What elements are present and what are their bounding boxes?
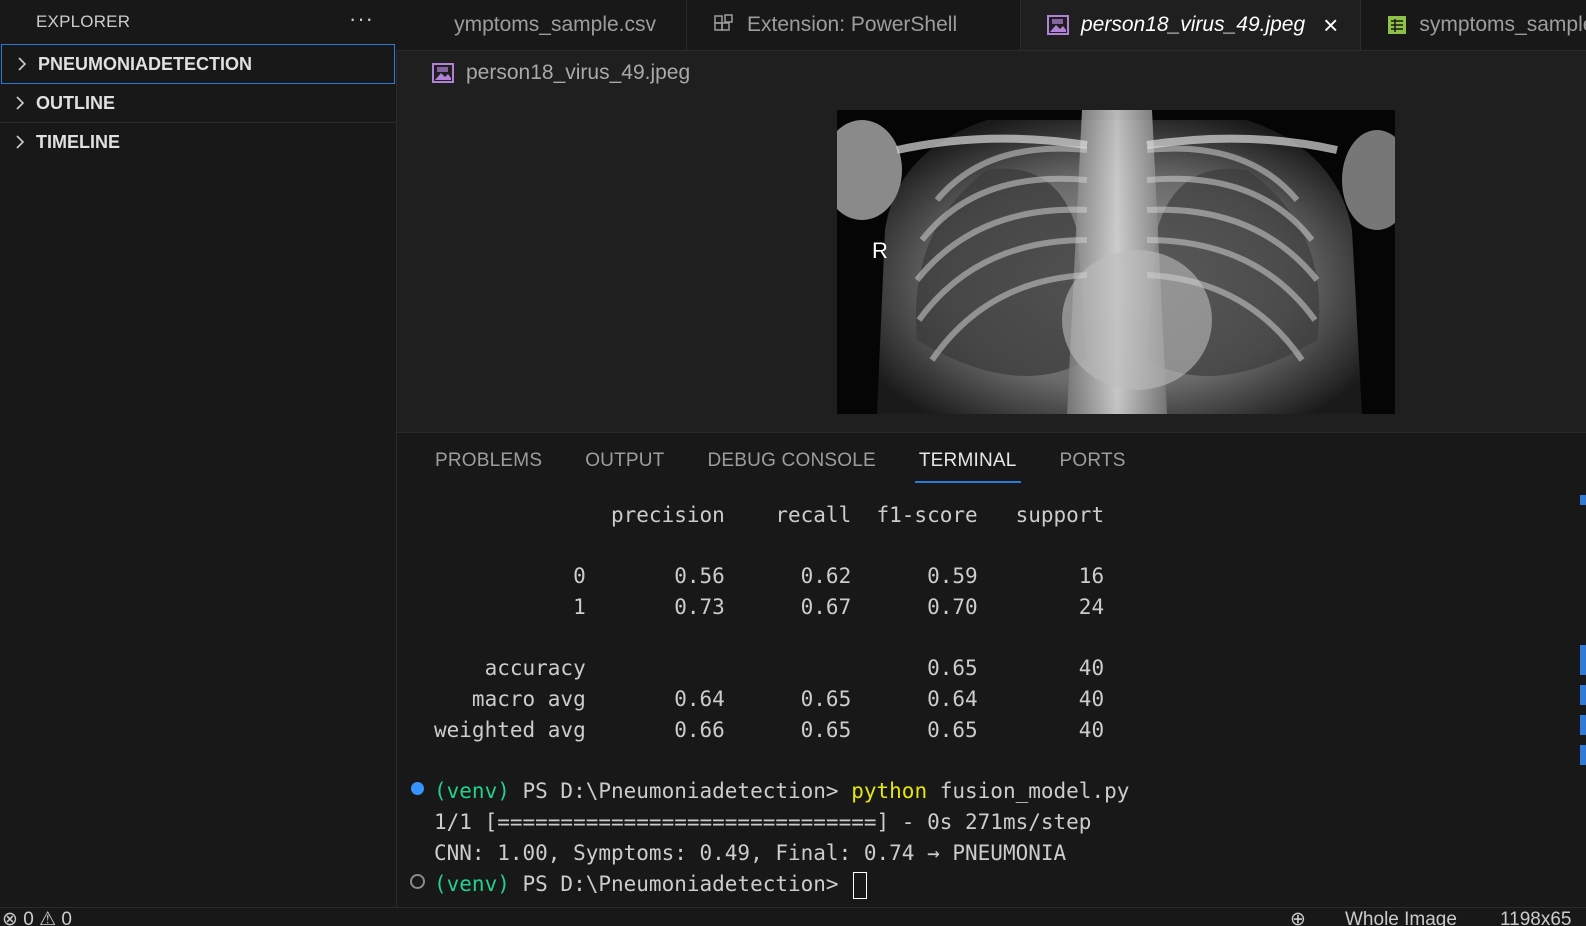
section-timeline[interactable]: TIMELINE [0,122,396,161]
chevron-right-icon [18,57,27,71]
editor-tabs: ymptoms_sample.csv Extension: PowerShell… [396,0,1586,51]
venv-label: (venv) [434,779,510,803]
tab-terminal[interactable]: TERMINAL [914,433,1021,489]
chest-xray-image: R [837,110,1395,414]
image-file-icon [1047,15,1069,35]
report-row: weighted avg 0.66 0.65 0.65 40 [434,718,1105,742]
result-line: CNN: 1.00, Symptoms: 0.49, Final: 0.74 →… [434,841,1067,865]
tab-symptoms-sample[interactable]: symptoms_sample_ [1361,0,1586,50]
terminal[interactable]: precision recall f1-score support 0 0.56… [397,489,1586,908]
image-mode[interactable]: Whole Image [1345,908,1457,926]
error-count: 0 [23,909,34,926]
warning-count: 0 [61,909,72,926]
explorer-header: EXPLORER ··· [0,0,396,44]
tab-symptoms-csv[interactable]: ymptoms_sample.csv [396,0,687,50]
progress-line: 1/1 [==============================] - 0… [434,810,1092,834]
breadcrumb[interactable]: person18_virus_49.jpeg [432,58,690,88]
more-actions-icon[interactable]: ··· [349,6,374,32]
bottom-panel: PROBLEMS OUTPUT DEBUG CONSOLE TERMINAL P… [397,432,1586,908]
zoom-icon[interactable]: ⊕ [1290,908,1306,926]
command-idle-dot-icon [410,874,425,889]
command-line: (venv) PS D:\Pneumoniadetection> python … [434,776,1129,807]
tab-output[interactable]: OUTPUT [585,433,664,489]
tab-ports[interactable]: PORTS [1060,433,1126,489]
panel-tabs: PROBLEMS OUTPUT DEBUG CONSOLE TERMINAL P… [397,433,1586,489]
command-success-dot-icon [411,782,424,795]
section-pneumoniadetection[interactable]: PNEUMONIADETECTION [1,44,395,84]
tab-person18-virus-jpeg[interactable]: person18_virus_49.jpeg × [1021,0,1362,50]
status-bar: ⊗ 0 ⚠ 0 ⊕ Whole Image 1198x65 [0,907,1586,926]
tab-label: symptoms_sample_ [1419,13,1586,36]
terminal-scrollbar[interactable] [1580,495,1586,780]
command-name: python [851,779,928,803]
command-args: fusion_model.py [927,779,1130,803]
prompt-line: (venv) PS D:\Pneumoniadetection> [434,869,868,900]
prompt-path: PS D:\Pneumoniadetection> [509,779,852,803]
image-file-icon [432,63,454,83]
image-dimensions: 1198x65 [1500,909,1572,926]
section-label: PNEUMONIADETECTION [38,53,253,74]
explorer-title: EXPLORER [36,12,131,31]
report-header: precision recall f1-score support [434,503,1105,527]
tab-extension-powershell[interactable]: Extension: PowerShell [687,0,1021,50]
tab-label: person18_virus_49.jpeg [1081,13,1306,36]
tab-problems[interactable]: PROBLEMS [435,433,542,489]
chevron-right-icon [16,135,25,149]
section-outline[interactable]: OUTLINE [0,84,396,122]
tab-debug-console[interactable]: DEBUG CONSOLE [708,433,876,489]
explorer-sidebar: EXPLORER ··· PNEUMONIADETECTION OUTLINE … [0,0,397,907]
tab-label: ymptoms_sample.csv [454,13,656,36]
report-row: macro avg 0.64 0.65 0.64 40 [434,687,1105,711]
close-icon[interactable]: × [1323,10,1338,41]
tab-label: Extension: PowerShell [747,13,958,36]
breadcrumb-file: person18_virus_49.jpeg [466,61,691,84]
report-row: 0 0.56 0.62 0.59 16 [434,564,1105,588]
problems-status[interactable]: ⊗ 0 ⚠ 0 [2,908,72,926]
terminal-cursor [853,871,868,899]
csv-file-icon [1387,15,1407,35]
report-row: 1 0.73 0.67 0.70 24 [434,595,1105,619]
chevron-right-icon [16,96,25,110]
venv-label: (venv) [434,872,510,896]
xray-marker: R [872,238,888,263]
report-row: accuracy 0.65 40 [434,656,1105,680]
error-icon: ⊗ [2,909,18,926]
prompt-path: PS D:\Pneumoniadetection> [509,872,852,896]
warning-icon: ⚠ [39,909,57,926]
extensions-icon [713,14,735,36]
